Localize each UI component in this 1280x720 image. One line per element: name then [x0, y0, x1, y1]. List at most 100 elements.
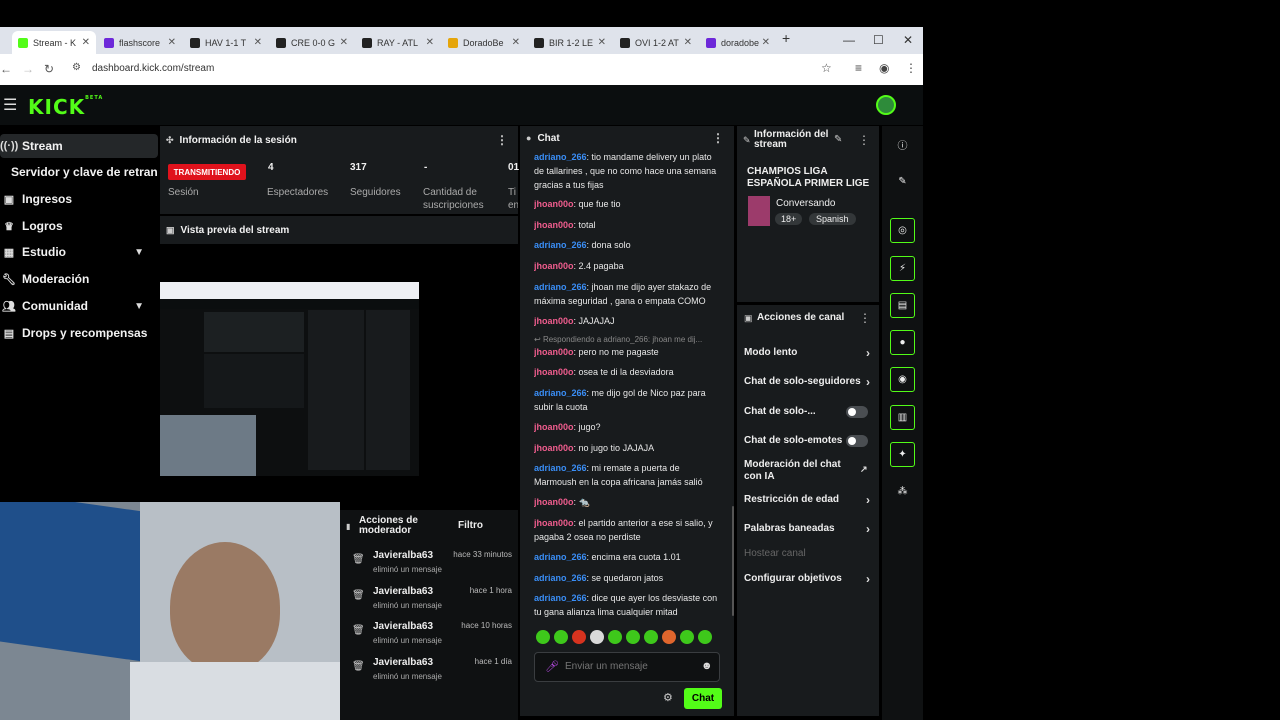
- sidebar-item-moderacion[interactable]: 🔧︎ Moderación: [0, 267, 158, 291]
- chat-message[interactable]: jhoan00o: no jugo tio JAJAJA: [534, 441, 724, 455]
- chat-bubble-icon[interactable]: ●: [890, 330, 915, 355]
- sidebar-item-server-key[interactable]: Servidor y clave de retransmisión: [0, 160, 158, 184]
- more-icon[interactable]: ⋮: [859, 311, 871, 325]
- tab-flashscore[interactable]: flashscore ✕: [98, 31, 182, 54]
- bolt-icon[interactable]: ⚡︎: [890, 256, 915, 281]
- chat-username[interactable]: adriano_266: [534, 463, 587, 473]
- chat-send-button[interactable]: Chat: [684, 688, 722, 709]
- chat-username[interactable]: jhoan00o: [534, 443, 574, 453]
- chat-message[interactable]: adriano_266: me dijo gol de Nico paz par…: [534, 386, 724, 414]
- media-icon[interactable]: ≡: [855, 61, 862, 75]
- emote-icon[interactable]: [662, 630, 676, 644]
- chat-message[interactable]: adriano_266: encima era cuota 1.01: [534, 550, 724, 564]
- broadcast-icon[interactable]: ◉: [890, 367, 915, 392]
- chat-message[interactable]: jhoan00o: jugo?: [534, 420, 724, 434]
- document-icon[interactable]: ▤: [890, 293, 915, 318]
- chat-message[interactable]: jhoan00o: total: [534, 218, 724, 232]
- chat-message[interactable]: jhoan00o: 🐀: [534, 495, 724, 509]
- chat-username[interactable]: jhoan00o: [534, 518, 574, 528]
- window-close-icon[interactable]: ✕: [903, 33, 913, 47]
- sidebar-item-drops[interactable]: ▤ Drops y recompensas: [0, 321, 158, 345]
- maximize-icon[interactable]: ☐: [873, 33, 884, 47]
- chat-message[interactable]: jhoan00o: JAJAJAJ: [534, 314, 724, 328]
- kick-logo[interactable]: KICKBETA: [28, 95, 103, 119]
- emote-icon[interactable]: [644, 630, 658, 644]
- sidebar-item-stream[interactable]: ((·)) Stream: [0, 134, 158, 158]
- emote-icon[interactable]: [626, 630, 640, 644]
- more-icon[interactable]: ⋮: [496, 133, 508, 147]
- emote-icon[interactable]: [536, 630, 550, 644]
- tab-doradobe[interactable]: doradobe ✕: [700, 31, 776, 54]
- chat-username[interactable]: adriano_266: [534, 152, 587, 162]
- mod-user[interactable]: Javieralba63: [373, 586, 433, 597]
- tab-doradobet[interactable]: DoradoBe ✕: [442, 31, 526, 54]
- close-icon[interactable]: ✕: [254, 37, 262, 48]
- reload-icon[interactable]: ↻: [44, 62, 54, 76]
- tab-stream[interactable]: Stream - K ✕: [12, 31, 96, 54]
- close-icon[interactable]: ✕: [82, 37, 90, 48]
- tab-ovi[interactable]: OVI 1-2 AT ✕: [614, 31, 698, 54]
- more-icon[interactable]: ⋮: [712, 131, 724, 145]
- hamburger-menu-icon[interactable]: ☰: [3, 95, 17, 115]
- category-name[interactable]: Conversando: [776, 198, 835, 209]
- emoji-icon[interactable]: ☻: [701, 660, 713, 672]
- back-icon[interactable]: ←: [0, 62, 12, 76]
- emote-icon[interactable]: [572, 630, 586, 644]
- close-icon[interactable]: ✕: [340, 37, 348, 48]
- tab-hav[interactable]: HAV 1-1 T ✕: [184, 31, 268, 54]
- emotes-only-toggle[interactable]: [846, 435, 868, 447]
- edit-icon[interactable]: ✎: [834, 134, 842, 145]
- chat-message[interactable]: adriano_266: dona solo: [534, 238, 724, 252]
- chat-message[interactable]: adriano_266: mi remate a puerta de Marmo…: [534, 461, 724, 489]
- chat-message[interactable]: adriano_266: dice que ayer los desviaste…: [534, 591, 724, 619]
- sidebar-item-logros[interactable]: ♛ Logros: [0, 214, 158, 238]
- followers-only-row[interactable]: Chat de solo-seguidores ›: [744, 376, 874, 388]
- more-icon[interactable]: ⋮: [858, 133, 870, 147]
- clip-icon[interactable]: ◎: [890, 218, 915, 243]
- chat-username[interactable]: jhoan00o: [534, 367, 574, 377]
- chat-message[interactable]: adriano_266: se quedaron jatos: [534, 571, 724, 585]
- close-icon[interactable]: ✕: [426, 37, 434, 48]
- layout-icon[interactable]: ▥: [890, 405, 915, 430]
- chat-input[interactable]: [565, 661, 695, 672]
- close-icon[interactable]: ✕: [684, 37, 692, 48]
- slow-mode-row[interactable]: Modo lento ›: [744, 347, 874, 359]
- chat-message[interactable]: jhoan00o: osea te di la desviadora: [534, 365, 724, 379]
- banned-words-row[interactable]: Palabras baneadas ›: [744, 523, 874, 535]
- chat-username[interactable]: jhoan00o: [534, 220, 574, 230]
- chat-username[interactable]: adriano_266: [534, 388, 587, 398]
- new-tab-icon[interactable]: +: [782, 30, 790, 46]
- sidebar-item-comunidad[interactable]: 👥︎ Comunidad ▼: [0, 294, 158, 318]
- bookmark-star-icon[interactable]: ☆: [821, 61, 832, 75]
- age-restriction-row[interactable]: Restricción de edad ›: [744, 494, 874, 506]
- forward-icon[interactable]: →: [22, 62, 34, 76]
- chat-username[interactable]: jhoan00o: [534, 497, 574, 507]
- chat-username[interactable]: adriano_266: [534, 552, 587, 562]
- tab-cre[interactable]: CRE 0-0 G ✕: [270, 31, 354, 54]
- chat-message[interactable]: jhoan00o: pero no me pagaste: [534, 345, 724, 359]
- chat-username[interactable]: adriano_266: [534, 282, 587, 292]
- emote-icon[interactable]: [590, 630, 604, 644]
- sidebar-item-ingresos[interactable]: ▣ Ingresos: [0, 187, 158, 211]
- sidebar-item-estudio[interactable]: ▦ Estudio ▼: [0, 240, 158, 264]
- preview-video[interactable]: [160, 282, 419, 476]
- chat-username[interactable]: jhoan00o: [534, 316, 574, 326]
- emote-icon[interactable]: [554, 630, 568, 644]
- chat-message[interactable]: jhoan00o: que fue tio: [534, 197, 724, 211]
- filter-button[interactable]: Filtro: [458, 520, 483, 531]
- apps-icon[interactable]: ⁂: [890, 479, 915, 504]
- emote-icon[interactable]: [608, 630, 622, 644]
- edit-icon[interactable]: ✎: [890, 169, 915, 194]
- mod-user[interactable]: Javieralba63: [373, 657, 433, 668]
- chat-message[interactable]: jhoan00o: 2.4 pagaba: [534, 259, 724, 273]
- chat-username[interactable]: adriano_266: [534, 593, 587, 603]
- close-icon[interactable]: ✕: [168, 37, 176, 48]
- ai-moderation-row[interactable]: Moderación del chat con IA ↗: [744, 459, 868, 483]
- microphone-icon[interactable]: 🎤︎: [545, 660, 559, 673]
- mod-user[interactable]: Javieralba63: [373, 621, 433, 632]
- close-icon[interactable]: ✕: [762, 37, 770, 48]
- chat-username[interactable]: jhoan00o: [534, 261, 574, 271]
- close-icon[interactable]: ✕: [512, 37, 520, 48]
- tab-bir[interactable]: BIR 1-2 LE ✕: [528, 31, 612, 54]
- goals-row[interactable]: Configurar objetivos ›: [744, 573, 874, 585]
